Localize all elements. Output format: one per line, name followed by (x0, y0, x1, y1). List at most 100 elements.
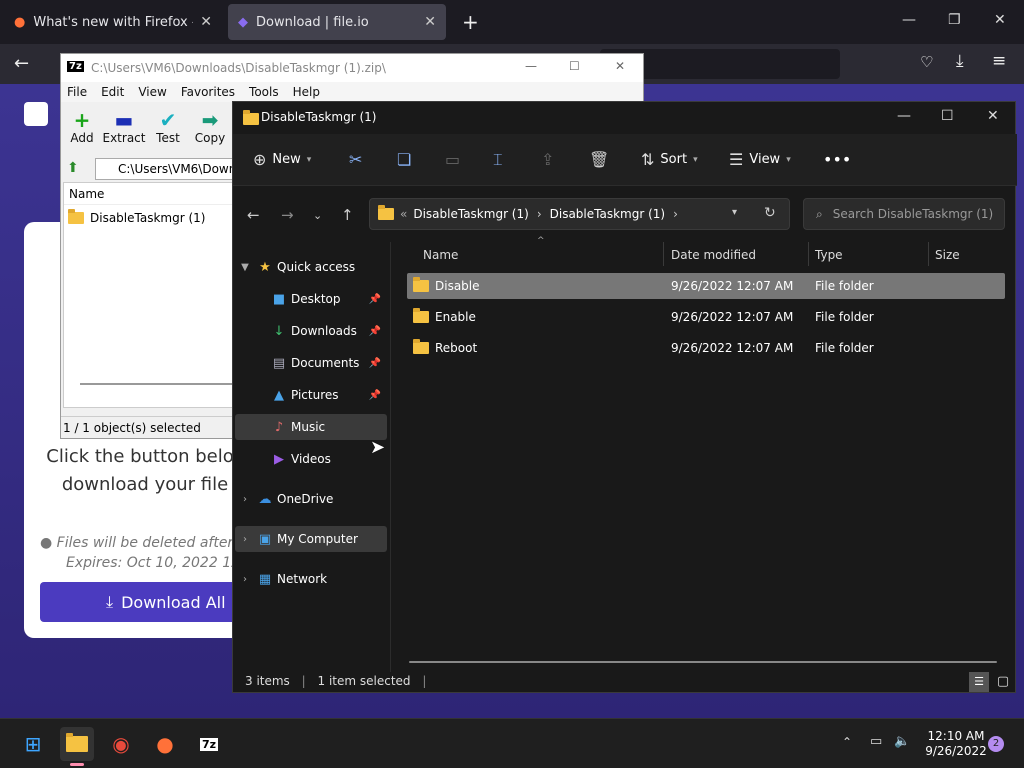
close-icon[interactable]: ✕ (424, 14, 436, 30)
horizontal-scrollbar[interactable] (409, 661, 997, 663)
chrome-icon[interactable]: ◉ (104, 727, 138, 761)
horizontal-scrollbar[interactable] (80, 383, 240, 385)
close-icon[interactable]: ✕ (615, 59, 625, 73)
nav-label: Documents (291, 356, 360, 370)
column-header-date[interactable]: Date modified (671, 248, 756, 262)
tab-file-io[interactable]: ◆ Download | file.io ✕ (228, 4, 446, 40)
copy-button[interactable]: ➡ Copy (187, 109, 233, 145)
chevron-up-icon[interactable]: ⌃ (842, 735, 852, 749)
table-row[interactable]: Enable 9/26/2022 12:07 AM File folder (407, 304, 1005, 330)
copy-label: Copy (194, 131, 226, 145)
system-clock[interactable]: 12:10 AM 9/26/2022 (918, 729, 994, 759)
close-icon[interactable]: ✕ (200, 14, 212, 30)
nav-item-documents[interactable]: ▤ Documents 📌 (235, 350, 387, 376)
downloads-icon[interactable]: ⤓ (956, 51, 964, 71)
nav-item-videos[interactable]: ▶ Videos (235, 446, 387, 472)
refresh-icon[interactable]: ↻ (764, 205, 776, 221)
up-arrow-icon[interactable]: ↑ (341, 206, 354, 224)
pin-icon[interactable]: 📌 (369, 294, 381, 305)
taskbar-sevenzip[interactable]: 7z (192, 727, 226, 761)
new-tab-plus-icon[interactable]: + (462, 10, 479, 34)
column-header-type[interactable]: Type (815, 248, 843, 262)
column-divider[interactable] (663, 242, 664, 266)
back-arrow-icon[interactable]: ← (14, 53, 29, 74)
view-button[interactable]: ☰ View ▾ (729, 150, 791, 169)
up-folder-icon[interactable]: ⬆ (67, 160, 79, 176)
pin-icon[interactable]: 📌 (369, 326, 381, 337)
table-row[interactable]: Disable 9/26/2022 12:07 AM File folder (407, 273, 1005, 299)
address-text: C:\Users\VM6\Downlo (118, 162, 248, 176)
extract-button[interactable]: ▬ Extract (101, 109, 147, 145)
details-view-icon[interactable]: ☰ (969, 672, 989, 692)
search-placeholder: Search DisableTaskmgr (1) (832, 207, 994, 221)
nav-item-network[interactable]: › ▦ Network (235, 566, 387, 592)
folder-icon (413, 339, 429, 354)
network-status-icon[interactable]: ▭ (870, 734, 882, 749)
taskbar-explorer[interactable] (60, 727, 94, 761)
notification-badge[interactable]: 2 (988, 736, 1004, 752)
pocket-icon[interactable]: ♡ (920, 53, 933, 71)
nav-item-onedrive[interactable]: › ☁ OneDrive (235, 486, 387, 512)
nav-item-quick-access[interactable]: ▼ ★ Quick access (235, 254, 387, 280)
search-input[interactable]: ⌕ Search DisableTaskmgr (1) (803, 198, 1005, 230)
close-window-icon[interactable]: ✕ (994, 12, 1006, 28)
pin-icon[interactable]: 📌 (369, 358, 381, 369)
close-icon[interactable]: ✕ (987, 108, 999, 124)
test-button[interactable]: ✔ Test (145, 109, 191, 145)
volume-icon[interactable]: 🔈 (894, 734, 910, 749)
cut-button[interactable]: ✂ (349, 150, 362, 169)
maximize-icon[interactable]: ☐ (941, 108, 954, 124)
column-divider[interactable] (928, 242, 929, 266)
nav-item-downloads[interactable]: ↓ Downloads 📌 (235, 318, 387, 344)
sort-button[interactable]: ⇅ Sort ▾ (641, 150, 698, 169)
column-divider[interactable] (808, 242, 809, 266)
sort-icon: ⇅ (641, 150, 655, 169)
menu-tools[interactable]: Tools (249, 85, 279, 99)
recent-chevron-icon[interactable]: ⌄ (313, 209, 322, 222)
more-options-icon[interactable]: ••• (823, 150, 851, 169)
nav-item-pictures[interactable]: ▲ Pictures 📌 (235, 382, 387, 408)
minimize-icon[interactable]: — (902, 12, 916, 28)
menu-file[interactable]: File (67, 85, 87, 99)
pin-icon[interactable]: 📌 (369, 390, 381, 401)
start-windows-icon[interactable]: ⊞ (16, 727, 50, 761)
nav-item-my-computer[interactable]: › ▣ My Computer (235, 526, 387, 552)
forward-arrow-icon[interactable]: → (281, 206, 294, 224)
delete-button[interactable]: 🗑 (589, 150, 609, 169)
tiles-view-icon[interactable]: ▢ (993, 672, 1013, 692)
rename-button[interactable]: ⌶ (493, 150, 503, 170)
restore-icon[interactable]: ❐ (948, 12, 961, 28)
share-button[interactable]: ⇪ (541, 150, 554, 169)
menu-help[interactable]: Help (293, 85, 320, 99)
nav-item-desktop[interactable]: ■ Desktop 📌 (235, 286, 387, 312)
add-button[interactable]: + Add (59, 109, 105, 145)
menu-hamburger-icon[interactable]: ≡ (992, 51, 1006, 71)
back-arrow-icon[interactable]: ← (247, 206, 260, 224)
address-bar[interactable]: « DisableTaskmgr (1) › DisableTaskmgr (1… (369, 198, 790, 230)
add-label: Add (70, 131, 94, 145)
breadcrumb-item[interactable]: DisableTaskmgr (1) (550, 207, 665, 221)
paste-button[interactable]: ▭ (445, 150, 460, 169)
tab-firefox-whats-new[interactable]: ● What's new with Firefox - More ✕ (4, 4, 222, 40)
download-all-button[interactable]: ⤓ Download All (40, 582, 240, 622)
menu-view[interactable]: View (138, 85, 166, 99)
nav-label: My Computer (277, 532, 358, 546)
video-icon: ▶ (274, 451, 284, 467)
minimize-icon[interactable]: — (525, 59, 537, 73)
maximize-icon[interactable]: ☐ (569, 59, 580, 73)
menu-edit[interactable]: Edit (101, 85, 124, 99)
column-header-size[interactable]: Size (935, 248, 960, 262)
nav-item-music[interactable]: ♪ Music (235, 414, 387, 440)
minimize-icon[interactable]: — (897, 108, 911, 124)
copy-button[interactable]: ❏ (397, 150, 411, 169)
column-header-name[interactable]: Name (423, 248, 458, 262)
folder-icon (413, 277, 429, 292)
table-row[interactable]: Reboot 9/26/2022 12:07 AM File folder (407, 335, 1005, 361)
test-check-icon: ✔ (159, 108, 177, 132)
breadcrumb-item[interactable]: DisableTaskmgr (1) (413, 207, 528, 221)
trash-icon: 🗑 (589, 150, 610, 169)
firefox-icon[interactable]: ● (148, 727, 182, 761)
new-button[interactable]: ⊕ New ▾ (253, 150, 311, 169)
menu-favorites[interactable]: Favorites (181, 85, 235, 99)
chevron-down-icon[interactable]: ▾ (732, 207, 737, 218)
